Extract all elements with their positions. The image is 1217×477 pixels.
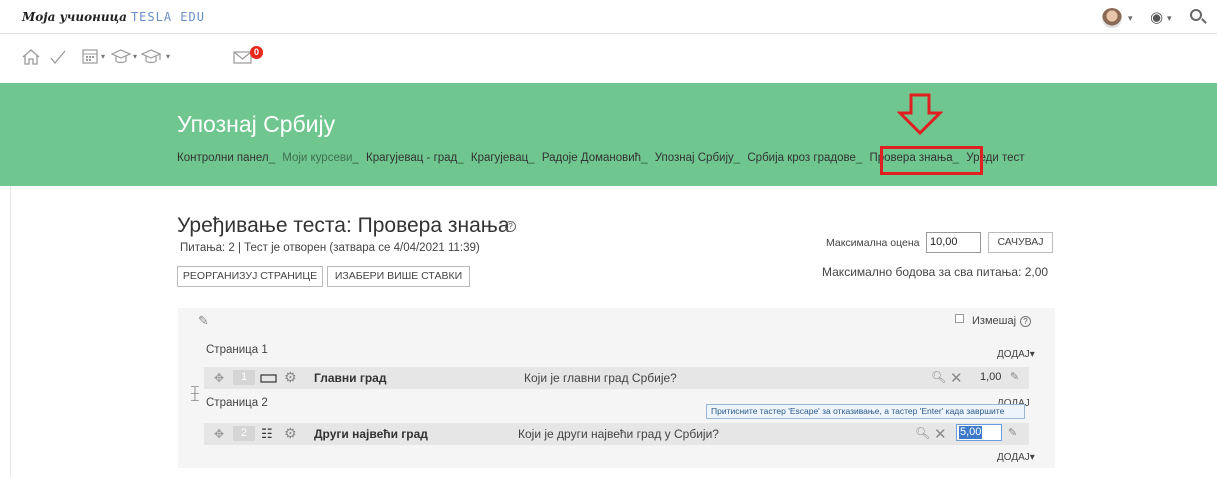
check-icon[interactable] [49, 48, 67, 66]
page-title: Уређивање теста: Провера знања [177, 214, 510, 237]
calendar-icon[interactable] [81, 47, 99, 65]
shuffle-checkbox[interactable] [955, 314, 964, 323]
teaching-chevron-icon[interactable]: ▾ [166, 52, 170, 61]
search-icon[interactable] [1190, 9, 1202, 21]
help-icon[interactable]: ? [505, 221, 516, 232]
breadcrumb-separator: _ [268, 152, 276, 164]
preview-search-icon[interactable]: 🔍︎ [915, 426, 930, 440]
breadcrumb-separator: _ [352, 152, 359, 164]
breadcrumb-separator: _ [641, 152, 648, 164]
question-number: 2 [233, 426, 255, 441]
edit-pencil-icon[interactable]: ✎ [198, 313, 209, 329]
breadcrumb-separator: _ [528, 152, 535, 164]
icon-toolbar: ▾ ▾ ▾ 0 [0, 35, 1217, 83]
chevron-down-icon: ▾ [1029, 349, 1035, 360]
course-title: Упознај Србију [177, 111, 336, 137]
graduation-cap-icon[interactable] [111, 48, 131, 66]
multiple-choice-list-icon: ☷ [261, 426, 273, 441]
reorganize-pages-button[interactable]: РЕОРГАНИЗУЈ СТРАНИЦЕ [177, 266, 323, 287]
help-menu-chevron-icon[interactable]: ▾ [1167, 13, 1172, 24]
question-name[interactable]: Други највећи град [314, 427, 428, 441]
question-text: Који је главни град Србије? [524, 371, 677, 385]
preview-search-icon[interactable]: 🔍︎ [931, 370, 946, 384]
select-multiple-button[interactable]: ИЗАБЕРИ ВИШЕ СТАВКИ [327, 266, 470, 287]
add-menu-link[interactable]: ДОДАЈ▾ [997, 349, 1035, 360]
breadcrumb-item-section[interactable]: Србија кроз градове [747, 152, 856, 164]
breadcrumb-item-kragujevac[interactable]: Крагујевац [471, 152, 528, 164]
graduation-cap-outline-icon[interactable] [141, 48, 163, 66]
question-mark-value[interactable]: 1,00 [980, 371, 1001, 383]
breadcrumb-item-course[interactable]: Упознај Србију [655, 152, 734, 164]
edit-mark-pencil-icon[interactable]: ✎ [1010, 370, 1019, 383]
mail-badge: 0 [250, 46, 263, 59]
calendar-chevron-icon[interactable]: ▾ [101, 52, 105, 61]
question-text: Који је други највећи град у Србији? [518, 427, 719, 441]
breadcrumb-item-dashboard[interactable]: Контролни панел [177, 152, 269, 164]
course-header: Упознај Србију Контролни панел_ Моји кур… [0, 83, 1217, 186]
home-icon[interactable] [21, 47, 41, 67]
question-row: ✥ 1 ⚙ Главни град Који је главни град Ср… [204, 367, 1029, 389]
add-label: ДОДАЈ [997, 452, 1030, 463]
annotation-highlight-box [880, 146, 983, 175]
question-mark-input[interactable]: 5,00 [956, 424, 1002, 441]
site-logo[interactable]: Моја учионица TESLA EDU [22, 10, 205, 24]
breadcrumb-item-my-courses[interactable]: Моји курсеви [282, 152, 352, 164]
delete-x-icon[interactable]: ✕ [934, 425, 947, 443]
edit-tooltip: Притисните тастер 'Escape' за отказивање… [706, 404, 1025, 419]
breadcrumb-separator: _ [733, 152, 741, 164]
chevron-down-icon: ▾ [1029, 452, 1035, 463]
breadcrumb-item-school[interactable]: Радоје Домановић [542, 152, 641, 164]
breadcrumb-separator: _ [855, 152, 863, 164]
breadcrumb-item-kragujevac-city[interactable]: Крагујевац - град [366, 152, 457, 164]
question-number: 1 [233, 370, 255, 385]
brand-secondary: TESLA EDU [130, 10, 205, 24]
globe-help-icon[interactable]: ◉ [1150, 8, 1163, 26]
short-answer-icon [260, 374, 277, 383]
annotation-arrow-down-icon [897, 93, 943, 136]
gear-icon[interactable]: ⚙ [284, 369, 297, 386]
page-label: Страница 1 [206, 344, 268, 356]
selected-mark-text: 5,00 [959, 426, 983, 439]
courses-chevron-icon[interactable]: ▾ [133, 52, 137, 61]
user-menu-chevron-icon[interactable]: ▾ [1128, 13, 1133, 24]
page-break-icon[interactable]: ┬ ┼ ┴ [191, 382, 199, 407]
question-row: ✥ 2 ☷ ⚙ Други највећи град Који је други… [204, 423, 1029, 445]
max-grade-input[interactable]: 10,00 [926, 232, 981, 253]
question-name[interactable]: Главни град [314, 371, 386, 385]
max-grade-label: Максимална оцена [826, 237, 920, 249]
brand-primary: Моја учионица [22, 10, 127, 24]
top-navbar: Моја учионица TESLA EDU ▾ ◉ ▾ [0, 0, 1217, 34]
add-menu-link[interactable]: ДОДАЈ▾ [997, 452, 1035, 463]
save-button[interactable]: САЧУВАЈ [988, 232, 1053, 253]
move-icon[interactable]: ✥ [214, 371, 224, 385]
page-label: Страница 2 [206, 397, 268, 409]
shuffle-label: Измешај [972, 315, 1017, 327]
quiz-info: Питања: 2 | Тест је отворен (затвара се … [180, 242, 480, 254]
max-points-total: Максимално бодова за сва питања: 2,00 [822, 265, 1049, 279]
move-icon[interactable]: ✥ [214, 427, 224, 441]
add-label: ДОДАЈ [997, 349, 1030, 360]
breadcrumb-separator: _ [457, 152, 464, 164]
divider [10, 186, 11, 477]
edit-mark-pencil-icon[interactable]: ✎ [1008, 426, 1017, 439]
help-icon[interactable]: ? [1020, 316, 1031, 327]
user-avatar[interactable] [1102, 8, 1122, 28]
gear-icon[interactable]: ⚙ [284, 425, 297, 442]
delete-x-icon[interactable]: ✕ [950, 369, 963, 387]
